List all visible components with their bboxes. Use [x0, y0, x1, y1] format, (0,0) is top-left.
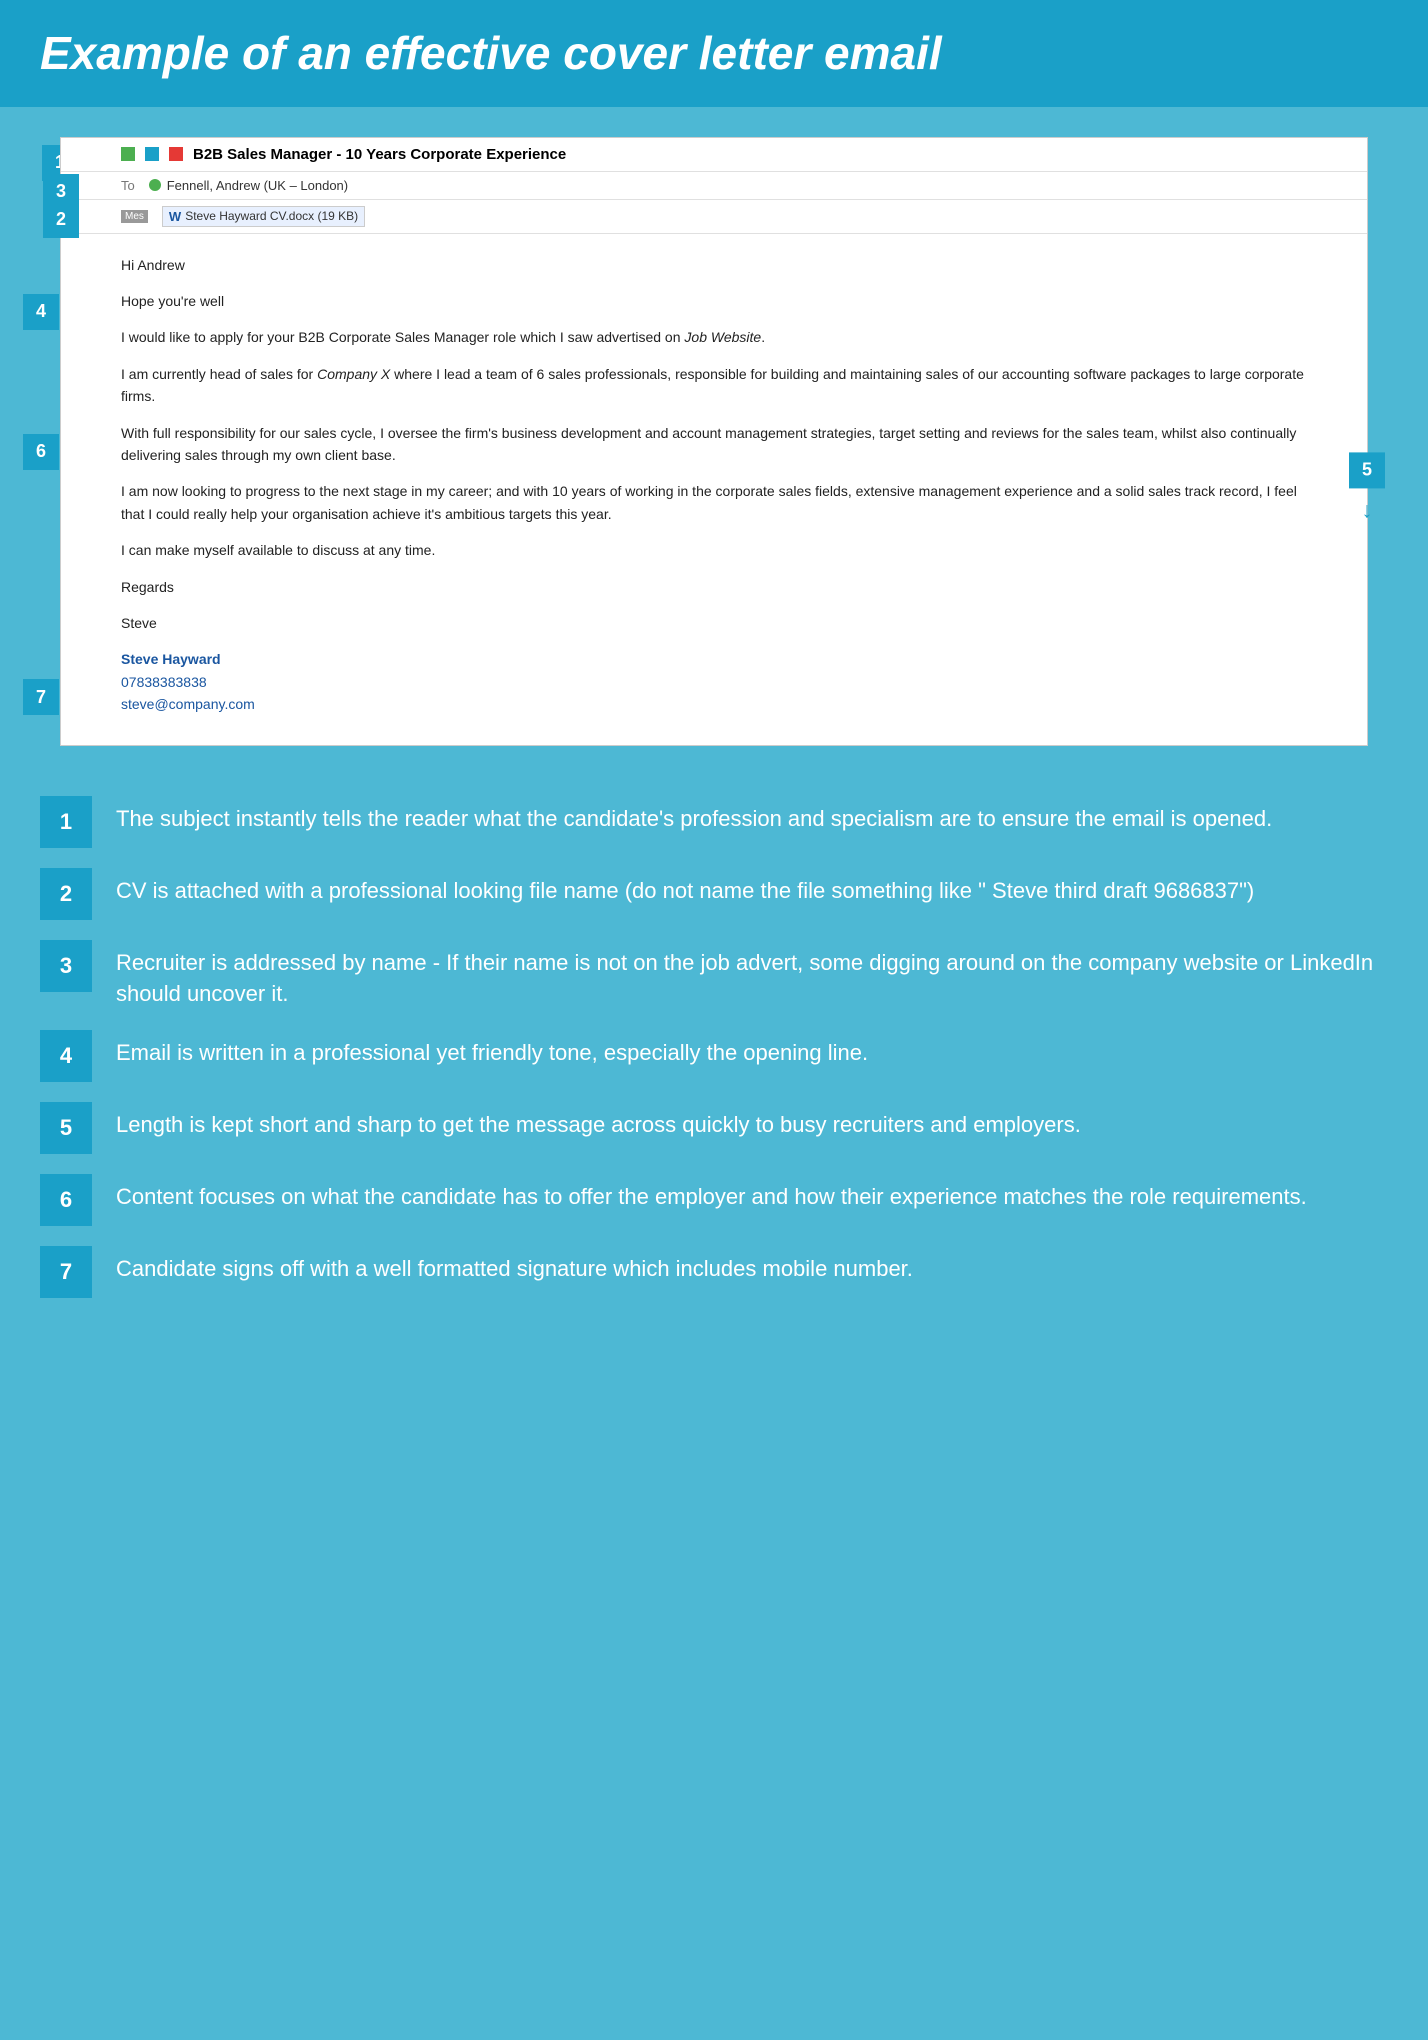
regards: Regards — [121, 576, 1307, 598]
badge-7: 7 — [23, 679, 59, 715]
scroll-arrow-down-icon: ↓ — [1362, 492, 1373, 527]
page-header: Example of an effective cover letter ema… — [0, 0, 1428, 107]
para4: I am now looking to progress to the next… — [121, 480, 1307, 525]
badge-4: 4 — [23, 294, 59, 330]
sig-phone: 07838383838 — [121, 671, 1307, 693]
green-dot-icon — [149, 179, 161, 191]
email-attachment-row: 2 Mes W Steve Hayward CV.docx (19 KB) — [61, 200, 1367, 234]
email-mock: 1 B2B Sales Manager - 10 Years Corporate… — [60, 137, 1368, 747]
tip-item-2: 2 CV is attached with a professional look… — [40, 868, 1388, 920]
name-plain: Steve — [121, 612, 1307, 634]
tip-text-5: Length is kept short and sharp to get th… — [116, 1102, 1081, 1141]
greeting: Hi Andrew — [121, 254, 1307, 276]
para2-italic: Company X — [317, 366, 390, 382]
para1: I would like to apply for your B2B Corpo… — [121, 326, 1307, 348]
word-icon: W — [169, 209, 181, 224]
tip-text-7: Candidate signs off with a well formatte… — [116, 1246, 913, 1285]
email-body: 4 5 ↓ 6 7 Hi Andrew Hope you're well I w… — [61, 234, 1367, 746]
tip-text-4: Email is written in a professional yet f… — [116, 1030, 868, 1069]
tip-text-2: CV is attached with a professional looki… — [116, 868, 1254, 907]
tip-item-5: 5 Length is kept short and sharp to get t… — [40, 1102, 1388, 1154]
email-subject: B2B Sales Manager - 10 Years Corporate E… — [193, 146, 566, 163]
para1-italic: Job Website — [684, 329, 761, 345]
tip-badge-1: 1 — [40, 796, 92, 848]
badge-5-container: 5 ↓ — [1349, 452, 1385, 527]
tip-item-1: 1 The subject instantly tells the reader … — [40, 796, 1388, 848]
sig-name: Steve Hayward — [121, 648, 1307, 670]
badge-2: 2 — [43, 202, 79, 238]
attachment-label: Steve Hayward CV.docx (19 KB) — [185, 209, 358, 223]
tip-badge-4: 4 — [40, 1030, 92, 1082]
tip-badge-6: 6 — [40, 1174, 92, 1226]
email-container: B2B Sales Manager - 10 Years Corporate E… — [60, 137, 1368, 747]
email-subject-row: B2B Sales Manager - 10 Years Corporate E… — [61, 138, 1367, 172]
tip-badge-2: 2 — [40, 868, 92, 920]
tip-text-3: Recruiter is addressed by name - If thei… — [116, 940, 1388, 1010]
email-to-value: Fennell, Andrew (UK – London) — [167, 178, 348, 193]
sig-email: steve@company.com — [121, 693, 1307, 715]
tip-badge-7: 7 — [40, 1246, 92, 1298]
tip-item-7: 7 Candidate signs off with a well formatt… — [40, 1246, 1388, 1298]
page-title: Example of an effective cover letter ema… — [40, 28, 1388, 79]
tip-text-6: Content focuses on what the candidate ha… — [116, 1174, 1307, 1213]
para5: I can make myself available to discuss a… — [121, 539, 1307, 561]
email-to-row: 3 To Fennell, Andrew (UK – London) — [61, 172, 1367, 200]
para3: With full responsibility for our sales c… — [121, 422, 1307, 467]
tip-item-3: 3 Recruiter is addressed by name - If the… — [40, 940, 1388, 1010]
tip-item-6: 6 Content focuses on what the candidate h… — [40, 1174, 1388, 1226]
attachment-file: W Steve Hayward CV.docx (19 KB) — [162, 206, 365, 227]
to-label: To — [121, 178, 135, 193]
badge-5: 5 — [1349, 452, 1385, 488]
tip-item-4: 4 Email is written in a professional yet … — [40, 1030, 1388, 1082]
tip-badge-5: 5 — [40, 1102, 92, 1154]
tips-section: 1 The subject instantly tells the reader … — [40, 796, 1388, 1298]
message-icon: Mes — [121, 210, 148, 223]
badge-6: 6 — [23, 434, 59, 470]
opening: Hope you're well — [121, 290, 1307, 312]
tip-badge-3: 3 — [40, 940, 92, 992]
main-content: 1 B2B Sales Manager - 10 Years Corporate… — [0, 107, 1428, 1348]
para2: I am currently head of sales for Company… — [121, 363, 1307, 408]
tip-text-1: The subject instantly tells the reader w… — [116, 796, 1272, 835]
